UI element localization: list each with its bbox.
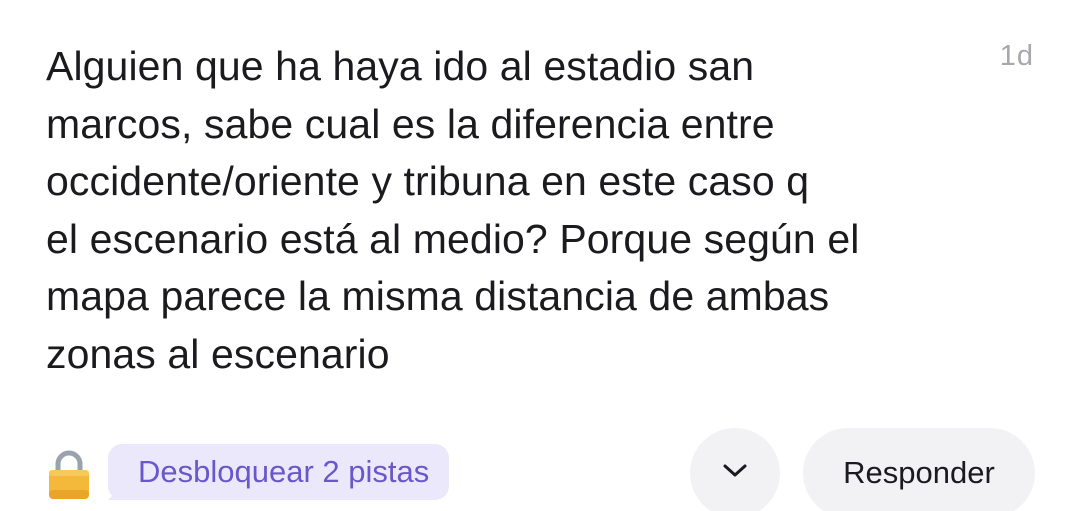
question-card: Alguien que ha haya ido al estadio san m… — [0, 0, 1080, 511]
unlock-hints-label: Desbloquear 2 pistas — [138, 454, 430, 489]
chevron-down-icon — [721, 462, 749, 485]
lock-icon — [47, 450, 91, 500]
question-text: Alguien que ha haya ido al estadio san m… — [46, 43, 860, 377]
unlock-hints-button[interactable]: Desbloquear 2 pistas — [108, 444, 450, 500]
chip-notch — [108, 476, 132, 500]
reply-label: Responder — [843, 455, 995, 490]
actions-bar: Desbloquear 2 pistas Responder — [0, 420, 1080, 511]
reply-button[interactable]: Responder — [803, 428, 1035, 511]
post-timestamp: 1d — [999, 40, 1034, 72]
expand-button[interactable] — [690, 428, 780, 511]
